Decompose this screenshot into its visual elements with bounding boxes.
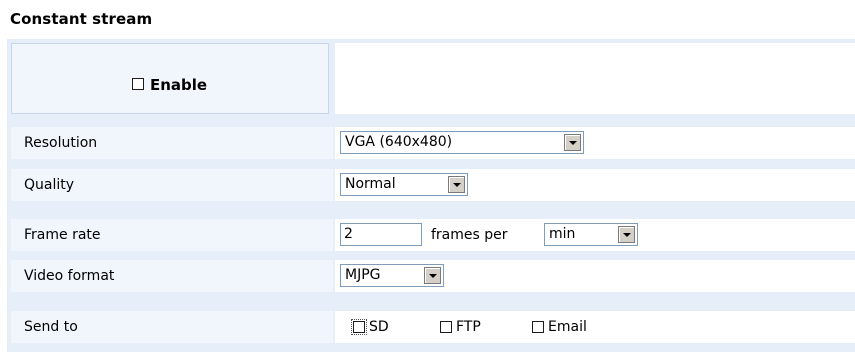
section-title: Constant stream [10,10,153,28]
sd-checkbox[interactable] [351,318,367,335]
quality-label: Quality [24,177,75,193]
video-format-label: Video format [24,268,115,284]
video-format-select[interactable]: MJPG [340,264,444,287]
quality-select[interactable]: Normal [340,173,468,196]
enable-checkbox[interactable] [132,78,144,90]
video-format-value-cell: MJPG [335,260,855,292]
video-format-row: Video format MJPG [11,260,855,292]
frame-rate-input-value: 2 [344,226,353,242]
chevron-down-icon[interactable] [448,176,465,193]
send-to-row: Send to SD FTP Email [11,311,855,343]
frame-rate-row: Frame rate 2 frames per min [11,219,855,251]
chevron-down-icon[interactable] [564,134,581,151]
enable-checkbox-group[interactable]: Enable [132,74,207,94]
resolution-value-cell: VGA (640x480) [335,127,855,159]
frame-rate-input[interactable]: 2 [340,223,422,246]
frame-rate-label: Frame rate [24,227,101,243]
enable-label: Enable [150,76,208,94]
resolution-row: Resolution VGA (640x480) [11,127,855,159]
video-format-select-value: MJPG [345,267,381,283]
send-sd-option[interactable]: SD [351,318,389,335]
send-to-value-cell: SD FTP Email [335,311,855,343]
frame-rate-unit-select[interactable]: min [544,223,638,246]
video-format-label-cell: Video format [11,260,333,292]
quality-value-cell: Normal [335,169,855,201]
quality-row: Quality Normal [11,169,855,201]
send-to-label: Send to [24,319,78,335]
chevron-down-icon[interactable] [618,226,635,243]
sd-label: SD [369,319,389,335]
quality-label-cell: Quality [11,169,333,201]
enable-cell-blank [335,43,855,114]
email-label: Email [548,319,587,335]
send-to-label-cell: Send to [11,311,333,343]
frames-per-text: frames per [431,227,508,243]
frame-rate-label-cell: Frame rate [11,219,333,251]
email-checkbox[interactable] [532,320,544,333]
frame-rate-unit-value: min [549,226,576,242]
resolution-label: Resolution [24,135,98,151]
resolution-label-cell: Resolution [11,127,333,159]
resolution-select[interactable]: VGA (640x480) [340,131,584,154]
send-ftp-option[interactable]: FTP [440,318,481,335]
frame-rate-value-cell: 2 frames per min [335,219,855,251]
ftp-label: FTP [456,319,481,335]
resolution-select-value: VGA (640x480) [345,134,453,150]
send-email-option[interactable]: Email [532,318,587,335]
chevron-down-icon[interactable] [424,267,441,284]
ftp-checkbox[interactable] [440,320,452,333]
quality-select-value: Normal [345,176,396,192]
